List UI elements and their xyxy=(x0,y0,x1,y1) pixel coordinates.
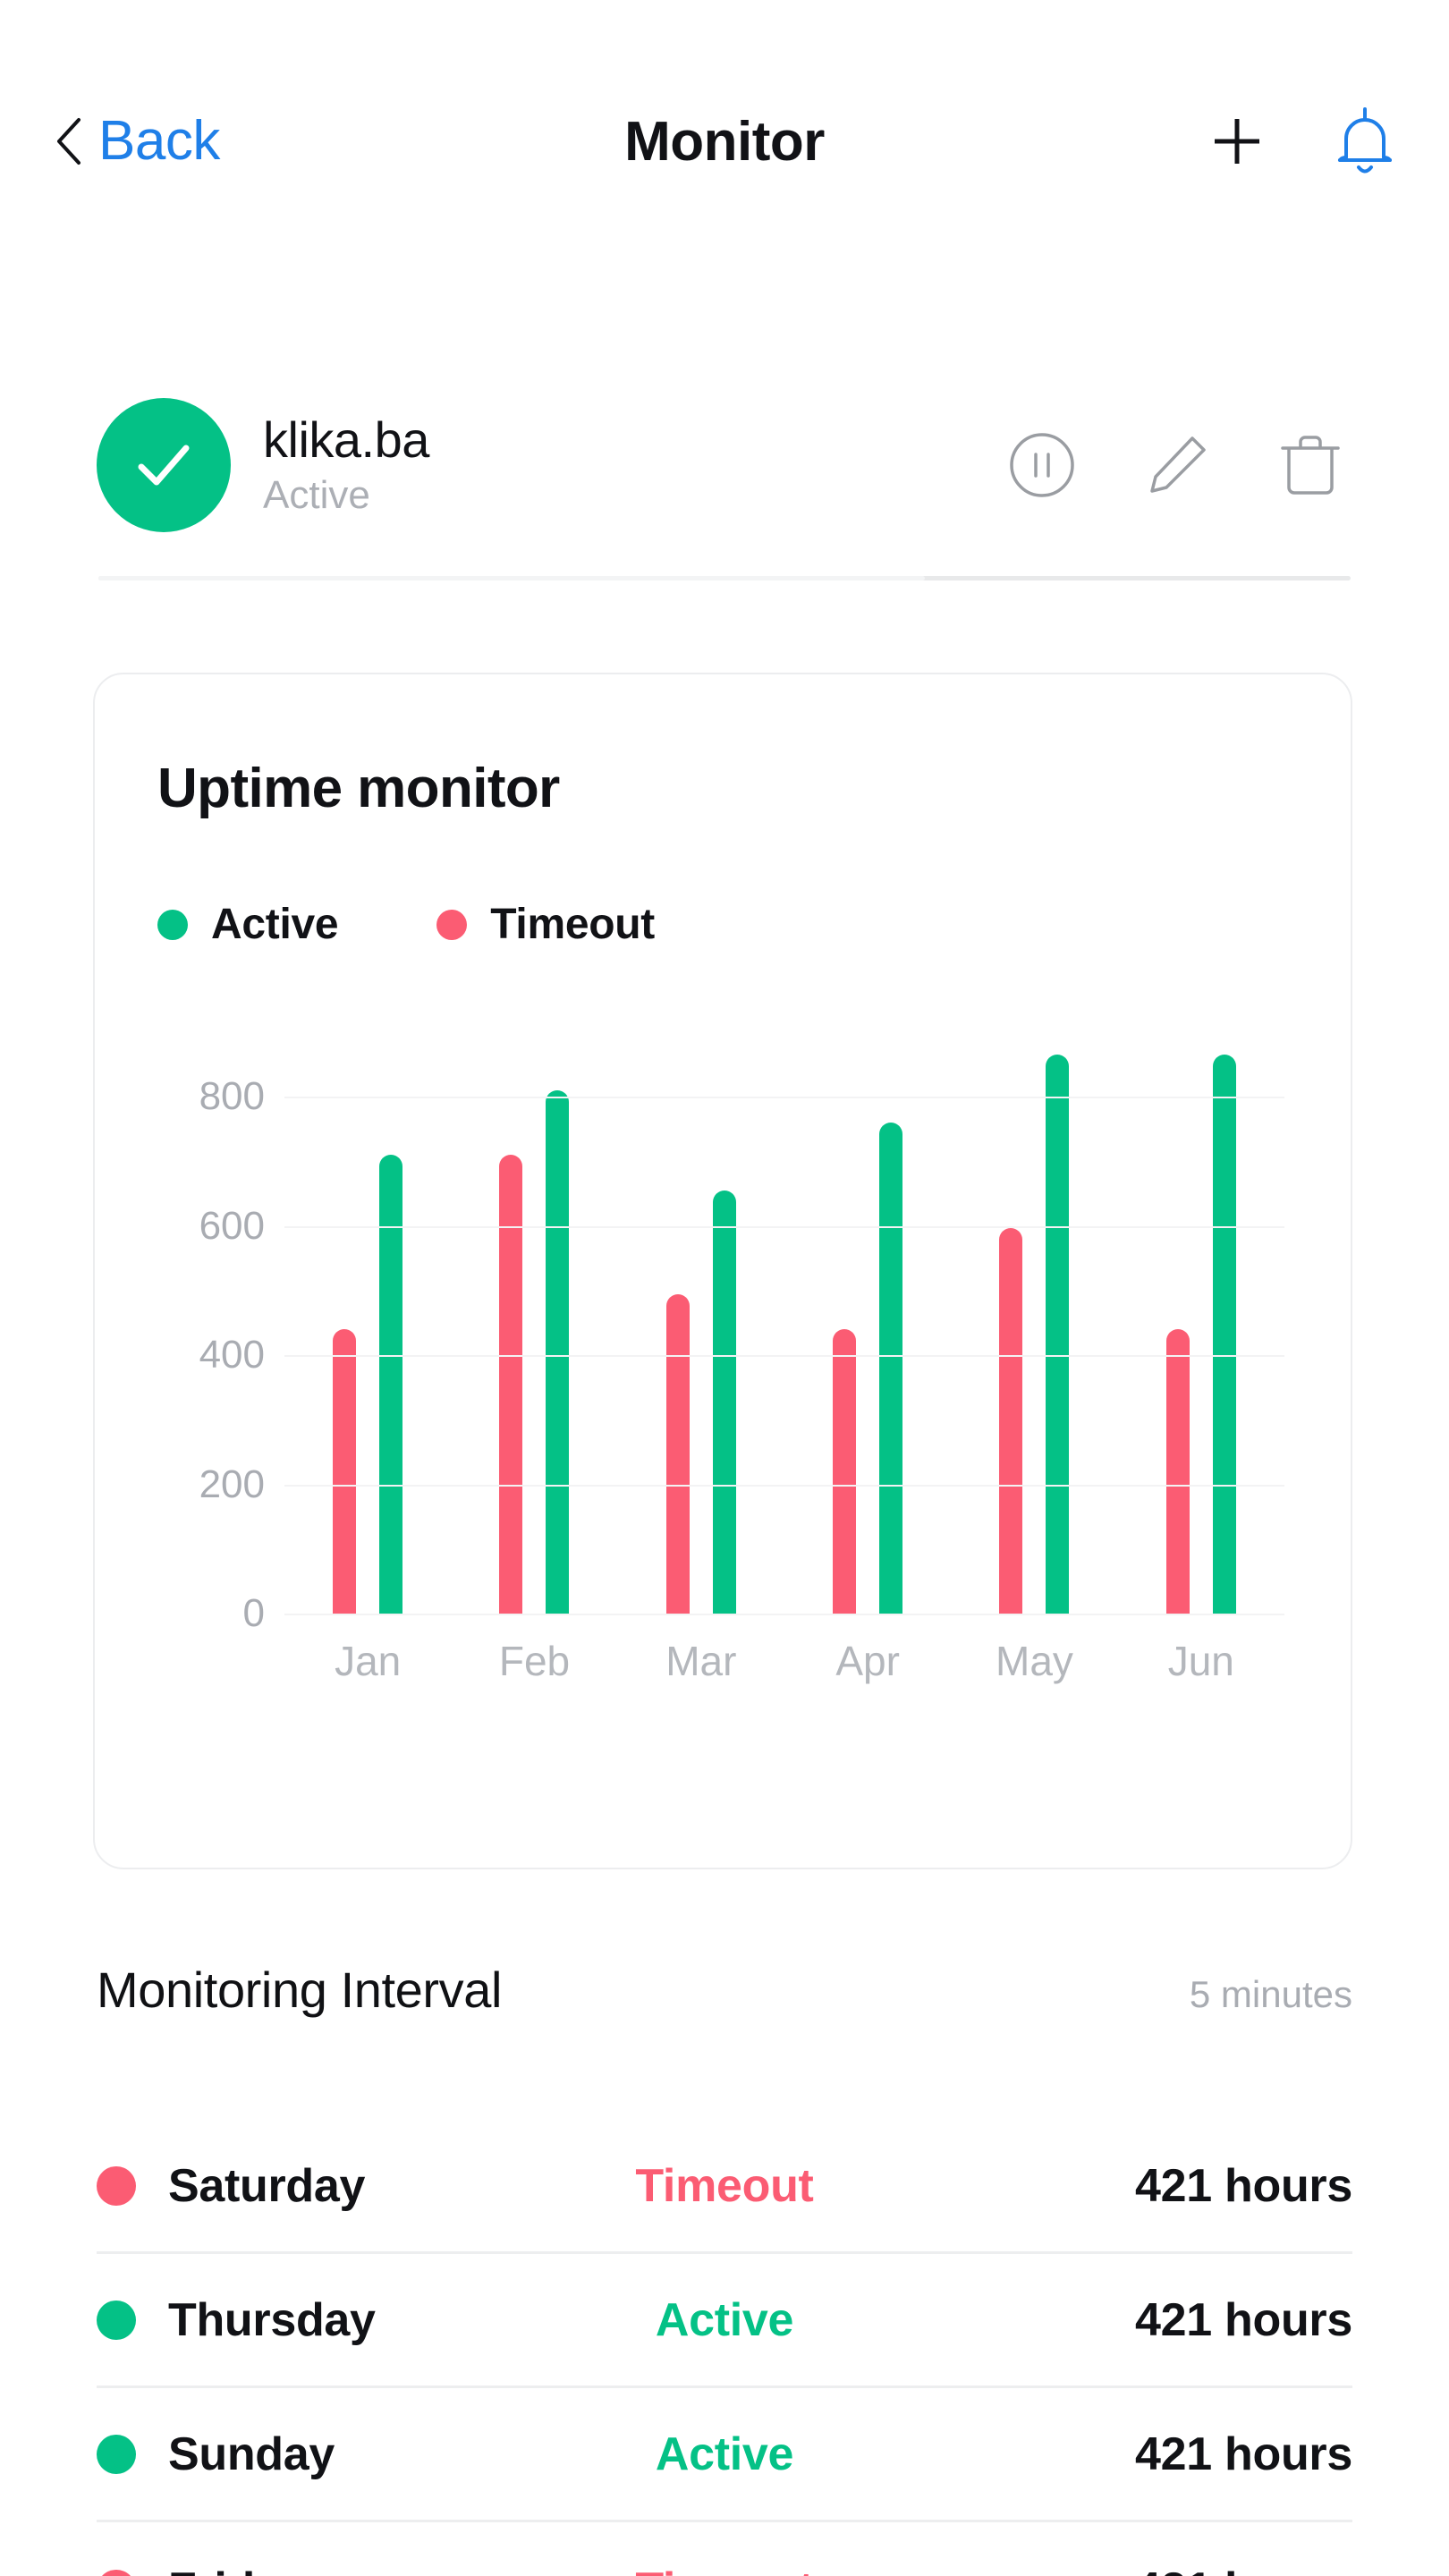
legend-item-timeout: Timeout xyxy=(436,900,655,949)
monitor-screen: Back Monitor klika.ba Active Uptime moni… xyxy=(0,0,1449,2576)
site-actions xyxy=(1007,430,1345,500)
site-name: klika.ba xyxy=(263,411,429,468)
x-axis-tick: May xyxy=(996,1638,1073,1684)
bar-group xyxy=(784,1032,951,1614)
pencil-icon[interactable] xyxy=(1141,430,1211,500)
bar-active xyxy=(1046,1055,1070,1614)
chart-legend: Active Timeout xyxy=(157,900,655,949)
bar-group xyxy=(951,1032,1117,1614)
x-axis-tick: Apr xyxy=(835,1638,900,1684)
day-hours: 421 hours xyxy=(1135,2563,1352,2576)
x-axis-tick: Jun xyxy=(1167,1638,1234,1684)
y-axis-tick-labels: 0 200 400 600 800 xyxy=(140,1032,265,1635)
x-axis-tick: Mar xyxy=(665,1638,737,1684)
bell-icon[interactable] xyxy=(1333,106,1397,176)
day-status-row[interactable]: Saturday Timeout 421 hours xyxy=(97,2120,1352,2254)
day-name: Friday xyxy=(168,2563,307,2576)
bar-group xyxy=(284,1032,451,1614)
y-axis-tick: 200 xyxy=(199,1462,265,1506)
bar-active xyxy=(879,1123,903,1614)
y-axis-tick: 800 xyxy=(199,1074,265,1119)
day-status-row[interactable]: Thursday Active 421 hours xyxy=(97,2254,1352,2388)
bar-active xyxy=(546,1090,570,1614)
site-card-divider xyxy=(98,576,1351,580)
bar-timeout xyxy=(499,1155,523,1614)
day-hours: 421 hours xyxy=(1135,2159,1352,2212)
status-dot-icon xyxy=(97,2434,136,2474)
legend-dot-timeout xyxy=(436,909,468,940)
app-header: Back Monitor xyxy=(0,88,1449,195)
bar-active xyxy=(379,1155,403,1614)
chart-title: Uptime monitor xyxy=(157,758,560,819)
bar-active xyxy=(712,1190,736,1614)
day-status-list: Saturday Timeout 421 hours Thursday Active 42… xyxy=(97,2120,1352,2576)
site-meta: klika.ba Active xyxy=(263,411,1007,518)
uptime-chart-card: Uptime monitor Active Timeout 0 200 400 600… xyxy=(93,673,1352,1869)
legend-item-active: Active xyxy=(157,900,339,949)
day-name: Thursday xyxy=(168,2293,376,2346)
y-axis-tick: 600 xyxy=(199,1203,265,1248)
header-actions xyxy=(1209,106,1397,176)
monitoring-interval-label: Monitoring Interval xyxy=(97,1962,503,2018)
bar-timeout xyxy=(665,1293,690,1614)
bar-active xyxy=(1212,1055,1236,1614)
site-status: Active xyxy=(263,473,370,518)
y-axis-tick: 400 xyxy=(199,1333,265,1377)
site-card[interactable]: klika.ba Active xyxy=(97,394,1352,537)
trash-icon[interactable] xyxy=(1275,430,1345,500)
plus-icon[interactable] xyxy=(1209,114,1265,169)
x-axis-tick-labels: Jan Feb Mar Apr May Jun xyxy=(284,1637,1284,1685)
legend-label-timeout: Timeout xyxy=(490,901,655,948)
legend-label-active: Active xyxy=(211,901,339,948)
status-dot-icon xyxy=(97,2165,136,2206)
check-circle-icon xyxy=(97,398,231,532)
day-status-row[interactable]: FridayTimeout421 hours xyxy=(97,2522,1352,2576)
monitoring-interval-row[interactable]: Monitoring Interval 5 minutes xyxy=(97,1961,1352,2019)
gridline xyxy=(284,1225,1284,1228)
status-dot-icon xyxy=(97,2300,136,2340)
day-name: Sunday xyxy=(168,2428,335,2480)
x-axis-tick: Feb xyxy=(498,1638,571,1684)
day-name: Saturday xyxy=(168,2159,366,2212)
monitoring-interval-value: 5 minutes xyxy=(1189,1973,1352,2015)
gridline xyxy=(284,1097,1284,1099)
y-axis-tick: 0 xyxy=(242,1591,265,1635)
chart-plot-area: 0 200 400 600 800 Jan Feb Mar Apr May Jun xyxy=(95,1032,1354,1712)
bar-group xyxy=(1118,1032,1284,1614)
x-axis-tick: Jan xyxy=(335,1638,402,1684)
bar-groups xyxy=(284,1032,1284,1614)
status-dot-icon xyxy=(97,2570,136,2576)
check-icon xyxy=(138,445,190,486)
gridline xyxy=(284,1614,1284,1615)
bar-group xyxy=(618,1032,784,1614)
day-status-row[interactable]: Sunday Active 421 hours xyxy=(97,2388,1352,2522)
legend-dot-active xyxy=(157,909,188,940)
bar-timeout xyxy=(333,1329,357,1614)
bar-timeout xyxy=(999,1227,1023,1614)
gridline xyxy=(284,1484,1284,1487)
divider-fill xyxy=(98,576,925,580)
bar-group xyxy=(451,1032,617,1614)
gridline xyxy=(284,1355,1284,1358)
day-hours: 421 hours xyxy=(1135,2293,1352,2346)
bar-timeout xyxy=(1165,1329,1190,1614)
pause-circle-icon[interactable] xyxy=(1007,430,1077,500)
bar-timeout xyxy=(833,1329,857,1614)
plot-canvas xyxy=(284,1032,1284,1615)
day-hours: 421 hours xyxy=(1135,2428,1352,2480)
